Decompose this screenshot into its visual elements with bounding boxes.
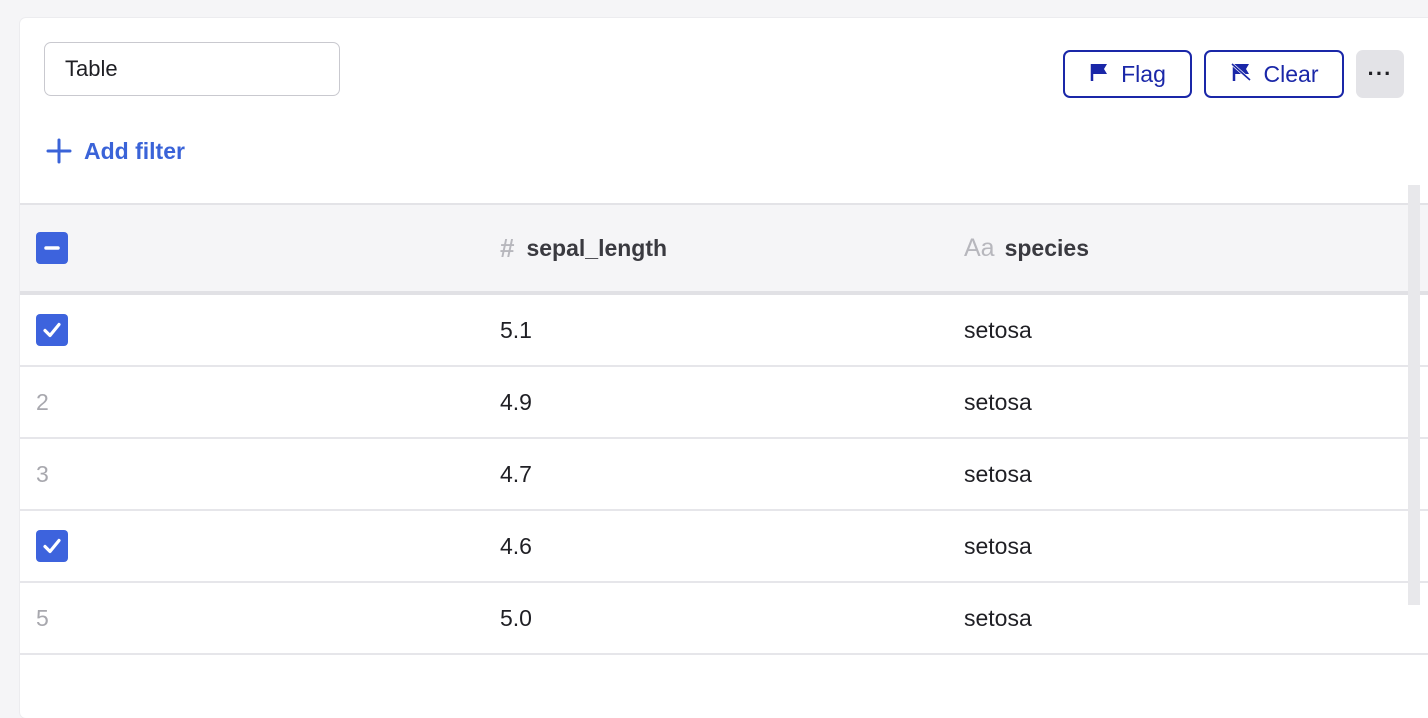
table-row[interactable]: 4.6 setosa [20, 511, 1428, 583]
vertical-scrollbar[interactable] [1408, 185, 1420, 605]
table-card: Add filter Flag Clear ··· # sepal_length [20, 18, 1428, 718]
row-select-cell[interactable]: 3 [36, 439, 49, 509]
check-icon [43, 322, 61, 338]
data-table: # sepal_length Aa species 5.1 setosa 2 4… [20, 203, 1428, 655]
column-header-label: species [1004, 234, 1089, 261]
column-header-sepal-length[interactable]: # sepal_length [500, 205, 667, 291]
table-header: # sepal_length Aa species [20, 203, 1428, 295]
text-type-icon: Aa [964, 233, 995, 262]
flag-icon [1089, 61, 1109, 88]
clear-button[interactable]: Clear [1204, 50, 1344, 98]
row-checkbox[interactable] [36, 530, 68, 562]
header-select-cell [36, 205, 68, 291]
table-title-input[interactable] [44, 42, 340, 96]
cell-species[interactable]: setosa [964, 439, 1032, 509]
select-all-checkbox[interactable] [36, 232, 68, 264]
clear-button-label: Clear [1263, 60, 1319, 87]
table-row[interactable]: 3 4.7 setosa [20, 439, 1428, 511]
table-row[interactable]: 2 4.9 setosa [20, 367, 1428, 439]
table-row[interactable]: 5.1 setosa [20, 295, 1428, 367]
more-icon: ··· [1367, 61, 1393, 86]
flag-button-label: Flag [1121, 60, 1166, 87]
cell-species[interactable]: setosa [964, 367, 1032, 437]
cell-species[interactable]: setosa [964, 511, 1032, 581]
row-select-cell [36, 295, 68, 365]
row-select-cell[interactable]: 2 [36, 367, 49, 437]
row-select-cell [36, 511, 68, 581]
cell-sepal-length[interactable]: 4.6 [500, 511, 532, 581]
row-number: 5 [36, 604, 49, 631]
cell-species[interactable]: setosa [964, 583, 1032, 653]
add-filter-button[interactable]: Add filter [46, 134, 185, 168]
row-select-cell[interactable]: 5 [36, 583, 49, 653]
cell-sepal-length[interactable]: 5.0 [500, 583, 532, 653]
clear-flag-icon [1230, 61, 1252, 88]
column-header-label: sepal_length [526, 234, 668, 261]
more-options-button[interactable]: ··· [1356, 50, 1404, 98]
cell-sepal-length[interactable]: 5.1 [500, 295, 532, 365]
row-number: 2 [36, 388, 49, 415]
minus-icon [44, 246, 60, 250]
cell-sepal-length[interactable]: 4.7 [500, 439, 532, 509]
row-checkbox[interactable] [36, 314, 68, 346]
add-filter-label: Add filter [84, 137, 185, 164]
row-number: 3 [36, 460, 49, 487]
check-icon [43, 538, 61, 554]
cell-species[interactable]: setosa [964, 295, 1032, 365]
cell-sepal-length[interactable]: 4.9 [500, 367, 532, 437]
column-header-species[interactable]: Aa species [964, 205, 1089, 291]
plus-icon [46, 138, 72, 164]
table-row[interactable]: 5 5.0 setosa [20, 583, 1428, 655]
flag-button[interactable]: Flag [1063, 50, 1192, 98]
number-type-icon: # [500, 232, 515, 263]
